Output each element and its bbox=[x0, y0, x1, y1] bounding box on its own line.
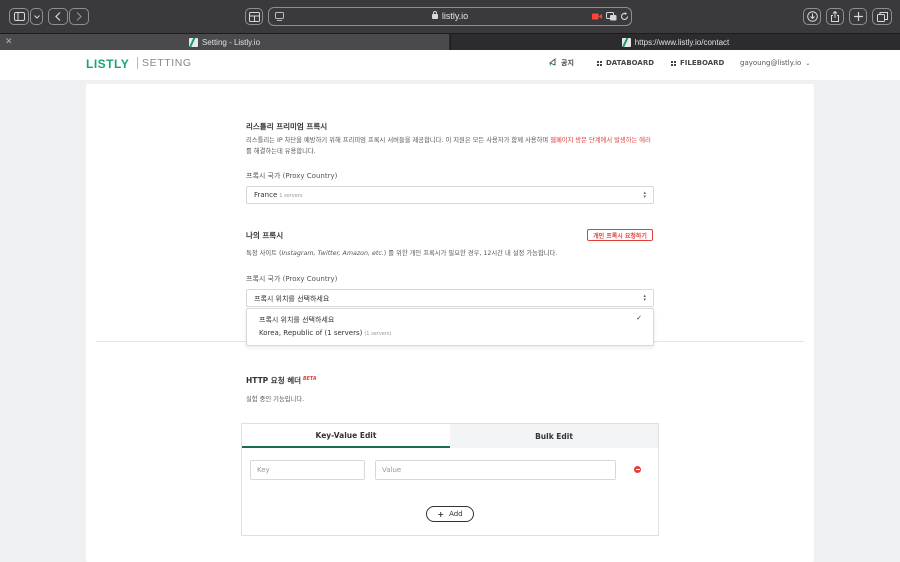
new-tab-button[interactable] bbox=[849, 8, 867, 25]
grid-icon bbox=[671, 60, 676, 66]
nav-databoard[interactable]: DATABOARD bbox=[597, 57, 654, 69]
forward-button[interactable] bbox=[69, 8, 89, 25]
chevron-down-icon bbox=[33, 14, 40, 19]
premium-proxy-description: 리스틀리는 IP 차단을 예방하기 위해 프리미엄 프록시 서버들을 제공합니다… bbox=[246, 137, 651, 155]
beta-badge: BETA bbox=[303, 377, 317, 382]
my-proxy-country-select[interactable]: 프록시 위치를 선택하세요 ▴ ▾ bbox=[246, 289, 654, 307]
back-button[interactable] bbox=[48, 8, 68, 25]
plus-icon: + bbox=[437, 509, 445, 519]
http-header-editor: Key-Value Edit Bulk Edit + Add bbox=[241, 423, 659, 536]
nav-fileboard[interactable]: FILEBOARD bbox=[671, 57, 724, 69]
premium-proxy-title: 리스틀리 프리미엄 프록시 bbox=[246, 122, 328, 131]
listly-logo[interactable]: LISTLY bbox=[86, 57, 129, 71]
tab-overview-grid-button[interactable] bbox=[872, 8, 892, 25]
close-icon[interactable]: ✕ bbox=[5, 36, 13, 47]
editor-tabs: Key-Value Edit Bulk Edit bbox=[242, 424, 658, 448]
translate-icon[interactable] bbox=[606, 12, 617, 21]
listly-favicon-icon bbox=[188, 37, 198, 47]
http-header-description: 실험 중인 기능입니다. bbox=[246, 396, 305, 403]
dropdown-option-placeholder[interactable]: 프록시 위치를 선택하세요 bbox=[259, 315, 334, 325]
my-proxy-title: 나의 프록시 bbox=[246, 231, 284, 240]
select-arrows-icon: ▴ ▾ bbox=[643, 293, 646, 303]
lock-icon bbox=[431, 11, 438, 19]
downloads-button[interactable] bbox=[803, 8, 821, 25]
request-private-proxy-button[interactable]: 개인 프록시 요청하기 bbox=[587, 229, 653, 241]
address-bar[interactable]: listly.io bbox=[268, 7, 632, 26]
checkmark-icon: ✓ bbox=[636, 314, 642, 322]
remove-row-icon[interactable] bbox=[634, 466, 641, 473]
proxy-country-dropdown: 프록시 위치를 선택하세요 ✓ Korea, Republic of (1 se… bbox=[246, 308, 654, 346]
logo-divider bbox=[137, 57, 138, 69]
premium-proxy-country-label: 프록시 국가 (Proxy Country) bbox=[246, 172, 338, 180]
sidebar-toggle-button[interactable] bbox=[9, 8, 29, 25]
site-header: LISTLY SETTING 공지 DATABOARD FILEBOARD ga… bbox=[0, 50, 900, 80]
premium-proxy-country-select[interactable]: France 1 servers ▴ ▾ bbox=[246, 186, 654, 204]
listly-favicon-icon bbox=[621, 37, 631, 47]
header-key-input[interactable] bbox=[250, 460, 365, 480]
share-icon bbox=[831, 11, 839, 22]
chevron-down-icon: ⌄ bbox=[805, 59, 811, 67]
tabs-icon bbox=[876, 11, 888, 22]
tab-setting[interactable]: ✕ Setting - Listly.io bbox=[0, 34, 449, 50]
grid-icon bbox=[597, 60, 602, 66]
add-header-button[interactable]: + Add bbox=[426, 506, 474, 522]
my-proxy-description: 특정 사이트 (Instagram, Twitter, Amazon, etc.… bbox=[246, 250, 558, 257]
my-proxy-country-label: 프록시 국가 (Proxy Country) bbox=[246, 275, 338, 283]
download-icon bbox=[806, 11, 818, 22]
http-header-title: HTTP 요청 헤더 BETA bbox=[246, 376, 317, 385]
camera-recording-icon[interactable] bbox=[592, 13, 602, 20]
plus-icon bbox=[853, 12, 863, 21]
browser-toolbar: listly.io bbox=[0, 0, 900, 33]
tab-group-dropdown-button[interactable] bbox=[30, 8, 43, 25]
layout-icon bbox=[248, 11, 260, 22]
sidebar-icon bbox=[13, 12, 25, 21]
nav-notice[interactable]: 공지 bbox=[549, 57, 574, 69]
chevron-right-icon bbox=[76, 12, 82, 21]
share-button[interactable] bbox=[826, 8, 844, 25]
tab-contact[interactable]: https://www.listly.io/contact bbox=[450, 34, 900, 50]
dropdown-option-korea[interactable]: Korea, Republic of (1 servers) (1 servers… bbox=[259, 329, 391, 337]
section-title: SETTING bbox=[142, 57, 192, 69]
select-arrows-icon: ▴ ▾ bbox=[643, 190, 646, 200]
tab-key-value-edit[interactable]: Key-Value Edit bbox=[242, 424, 450, 448]
tab-bar: ✕ Setting - Listly.io https://www.listly… bbox=[0, 33, 900, 50]
megaphone-icon bbox=[549, 58, 557, 68]
chevron-left-icon bbox=[55, 12, 61, 21]
reload-icon[interactable] bbox=[620, 12, 629, 21]
url-text: listly.io bbox=[269, 11, 631, 21]
tab-overview-button[interactable] bbox=[245, 8, 263, 25]
tab-bulk-edit[interactable]: Bulk Edit bbox=[450, 424, 658, 448]
user-menu[interactable]: gayoung@listly.io ⌄ bbox=[740, 57, 810, 69]
header-value-input[interactable] bbox=[375, 460, 616, 480]
